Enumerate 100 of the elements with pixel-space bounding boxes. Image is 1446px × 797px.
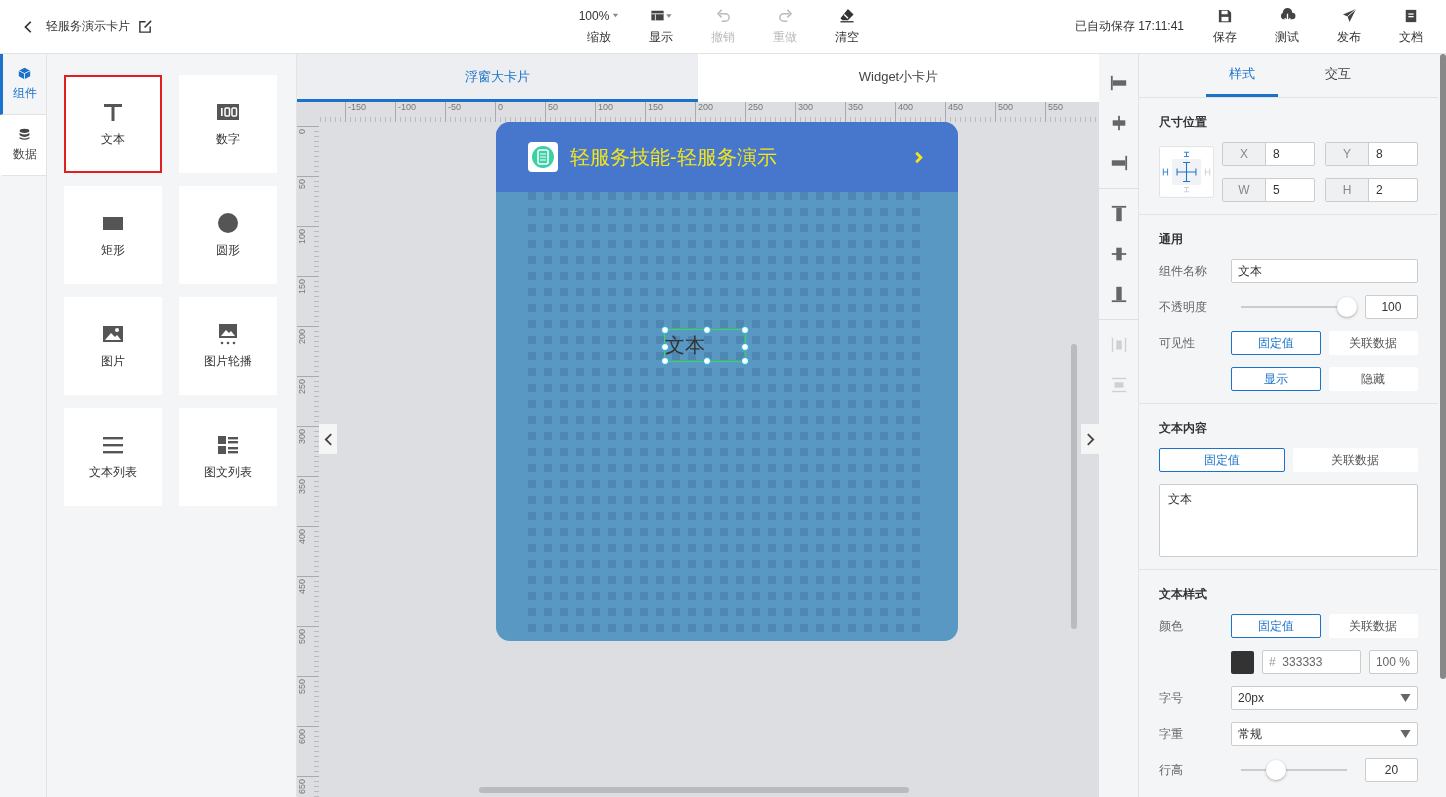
ruler-label: 300 — [798, 102, 814, 112]
display-menu[interactable]: 显示 — [630, 0, 692, 53]
chevron-right-icon[interactable] — [914, 150, 924, 164]
size-field[interactable]: Y 8 — [1325, 142, 1418, 166]
clear-button[interactable]: 清空 — [816, 0, 878, 53]
field-label: 可见性 — [1159, 334, 1196, 352]
ruler-label: 500 — [998, 102, 1014, 112]
ruler-label: 250 — [297, 378, 307, 395]
collapse-right-button[interactable] — [1081, 424, 1099, 454]
toggle-option[interactable]: 固定值 — [1231, 331, 1321, 355]
database-icon — [18, 127, 31, 141]
component-tile[interactable]: 圆形 — [179, 186, 277, 284]
ruler-label: 200 — [698, 102, 714, 112]
component-tile[interactable]: 图片轮播 — [179, 297, 277, 395]
slider-thumb[interactable] — [1265, 760, 1286, 780]
collapse-left-button[interactable] — [319, 424, 337, 454]
ruler-label: 550 — [297, 678, 307, 695]
ruler-label: 100 — [297, 228, 307, 245]
component-icon — [217, 211, 239, 234]
canvas-tab[interactable]: 浮窗大卡片 — [297, 54, 698, 102]
panel-tab[interactable]: 样式 — [1206, 54, 1278, 97]
ruler-label: 400 — [898, 102, 914, 112]
align-left-icon[interactable] — [1109, 74, 1128, 92]
toggle-option[interactable]: 固定值 — [1231, 614, 1321, 638]
font-weight-select[interactable]: 常规 — [1231, 722, 1418, 746]
ruler-label: 50 — [548, 102, 558, 112]
toggle-option[interactable]: 关联数据 — [1292, 448, 1418, 472]
ruler-label: 50 — [297, 178, 307, 189]
slider-thumb[interactable] — [1336, 297, 1357, 317]
ruler-label: 400 — [297, 528, 307, 545]
component-tile[interactable]: 数字 — [179, 75, 277, 173]
opacity-field[interactable]: 100 — [1364, 295, 1418, 319]
document-icon — [1404, 8, 1418, 23]
toggle-option[interactable]: 关联数据 — [1328, 331, 1418, 355]
chevron-right-icon — [1085, 432, 1095, 446]
cloud-icon — [1278, 8, 1296, 23]
rail-tab[interactable]: 数据 — [0, 115, 46, 176]
size-field[interactable]: H 2 — [1325, 178, 1418, 202]
ruler-label: 150 — [648, 102, 664, 112]
panel-scrollbar[interactable] — [1440, 54, 1446, 679]
test-button[interactable]: 测试 — [1256, 0, 1318, 53]
autosave-status: 已自动保存 17:11:41 — [1074, 18, 1184, 35]
vertical-scrollbar[interactable] — [1071, 344, 1077, 629]
text-content-field[interactable]: 文本 — [1159, 484, 1418, 557]
field-label: 组件名称 — [1159, 262, 1208, 280]
ruler-label: 350 — [848, 102, 864, 112]
ruler-label: -150 — [348, 102, 366, 112]
rail-tab[interactable]: 组件 — [0, 54, 46, 115]
dropdown-arrow-icon — [1400, 730, 1411, 738]
align-top-icon[interactable] — [1109, 205, 1128, 223]
name-field[interactable]: 文本 — [1231, 259, 1418, 283]
toggle-option[interactable]: 固定值 — [1159, 448, 1285, 472]
panel-tab[interactable]: 交互 — [1302, 54, 1374, 97]
toggle-option[interactable]: 显示 — [1231, 367, 1321, 391]
line-height-field[interactable]: 20 — [1364, 758, 1418, 782]
font-size-select[interactable]: 20px — [1231, 686, 1418, 710]
horizontal-scrollbar[interactable] — [479, 787, 909, 793]
ruler-label: 450 — [948, 102, 964, 112]
project-title: 轻服务演示卡片 — [46, 18, 130, 35]
ruler-label: 0 — [498, 102, 503, 112]
align-bottom-icon[interactable] — [1109, 285, 1128, 303]
save-button[interactable]: 保存 — [1194, 0, 1256, 53]
alpha-field[interactable]: 100 % — [1368, 650, 1418, 674]
ruler-label: 250 — [748, 102, 764, 112]
component-tile[interactable]: 矩形 — [64, 186, 162, 284]
toggle-option[interactable]: 关联数据 — [1328, 614, 1418, 638]
field-label: 不透明度 — [1159, 298, 1208, 316]
field-label: 颜色 — [1159, 617, 1184, 635]
ruler-label: 100 — [598, 102, 614, 112]
toggle-option[interactable]: 隐藏 — [1328, 367, 1418, 391]
app-logo-icon — [528, 142, 558, 172]
ruler-label: 500 — [297, 628, 307, 645]
edit-icon[interactable] — [138, 19, 153, 34]
publish-button[interactable]: 发布 — [1318, 0, 1380, 53]
docs-button[interactable]: 文档 — [1380, 0, 1442, 53]
size-field[interactable]: X 8 — [1222, 142, 1315, 166]
component-tile[interactable]: 图文列表 — [179, 408, 277, 506]
component-icon — [217, 433, 239, 456]
ruler-label: 200 — [297, 328, 307, 345]
ruler-label: -50 — [448, 102, 461, 112]
align-right-icon[interactable] — [1109, 154, 1128, 172]
component-tile[interactable]: 文本列表 — [64, 408, 162, 506]
color-swatch[interactable] — [1231, 650, 1254, 674]
section-title: 尺寸位置 — [1159, 114, 1208, 130]
redo-icon — [777, 8, 793, 23]
align-middle-icon[interactable] — [1109, 245, 1128, 263]
ruler-label: 550 — [1048, 102, 1064, 112]
size-field[interactable]: W 5 — [1222, 178, 1315, 202]
component-tile[interactable]: 图片 — [64, 297, 162, 395]
chevron-left-icon — [323, 432, 333, 446]
eraser-icon — [839, 8, 855, 23]
caret-icon — [612, 12, 620, 19]
ruler-label: 300 — [297, 428, 307, 445]
hex-field[interactable]: # 333333 — [1262, 650, 1361, 674]
text-element[interactable]: 文本 — [664, 329, 746, 362]
field-label: 行高 — [1159, 761, 1184, 779]
zoom-menu[interactable]: 100% 缩放 — [568, 0, 630, 53]
section-title: 文本样式 — [1159, 586, 1208, 602]
component-tile[interactable]: 文本 — [64, 75, 162, 173]
field-label: 字重 — [1159, 725, 1184, 743]
